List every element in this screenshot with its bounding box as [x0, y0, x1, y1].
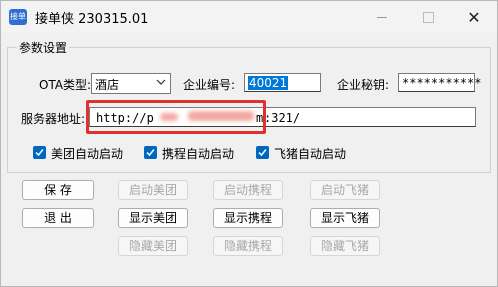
maximize-icon — [422, 11, 434, 23]
fliggy-autostart-checkbox[interactable] — [256, 146, 269, 159]
ota-type-label: OTA类型: — [39, 78, 92, 92]
settings-group-legend: 参数设置 — [17, 39, 70, 56]
window-title: 接单侠 230315.01 — [35, 12, 149, 27]
server-address-suffix: :321/ — [264, 111, 301, 125]
enterprise-secret-value: *********** — [402, 76, 482, 90]
chevron-down-icon — [156, 79, 166, 85]
show-meituan-button[interactable]: 显示美团 — [118, 208, 188, 228]
enterprise-code-field[interactable]: 40021 — [244, 73, 321, 92]
fliggy-autostart-label[interactable]: 飞猪自动启动 — [274, 145, 346, 162]
minimize-icon — [377, 16, 387, 18]
show-fliggy-button[interactable]: 显示飞猪 — [310, 208, 380, 228]
start-ctrip-button[interactable]: 启动携程 — [213, 180, 283, 200]
minimize-button[interactable] — [359, 1, 405, 33]
ota-type-value: 酒店 — [95, 78, 120, 92]
show-ctrip-button[interactable]: 显示携程 — [213, 208, 283, 228]
meituan-autostart-checkbox[interactable] — [33, 146, 46, 159]
enterprise-code-label: 企业编号: — [183, 78, 236, 92]
ctrip-autostart-label[interactable]: 携程自动启动 — [162, 145, 234, 162]
ota-type-select[interactable]: 酒店 — [91, 73, 171, 94]
app-icon: 接单 — [9, 9, 27, 25]
enterprise-secret-field[interactable]: *********** — [398, 73, 481, 92]
main-window: 接单 接单侠 230315.01 ✕ 参数设置 OTA类型: 酒店 企业编号: … — [0, 0, 498, 287]
hide-meituan-button[interactable]: 隐藏美团 — [118, 236, 188, 256]
checkmark-icon — [146, 149, 155, 157]
enterprise-code-value: 40021 — [248, 76, 289, 90]
hide-fliggy-button[interactable]: 隐藏飞猪 — [310, 236, 380, 256]
ctrip-autostart-checkbox[interactable] — [144, 146, 157, 159]
checkmark-icon — [258, 149, 267, 157]
title-bar[interactable]: 接单 接单侠 230315.01 ✕ — [1, 1, 497, 33]
hide-ctrip-button[interactable]: 隐藏携程 — [213, 236, 283, 256]
server-address-label: 服务器地址: — [21, 112, 86, 126]
save-button[interactable]: 保 存 — [22, 180, 94, 200]
highlight-box — [86, 100, 266, 134]
close-icon: ✕ — [467, 7, 481, 27]
close-button[interactable]: ✕ — [451, 1, 497, 33]
checkmark-icon — [35, 149, 44, 157]
meituan-autostart-label[interactable]: 美团自动启动 — [51, 145, 123, 162]
start-meituan-button[interactable]: 启动美团 — [118, 180, 188, 200]
enterprise-secret-label: 企业秘钥: — [337, 78, 390, 92]
exit-button[interactable]: 退 出 — [22, 208, 94, 228]
start-fliggy-button[interactable]: 启动飞猪 — [310, 180, 380, 200]
maximize-button[interactable] — [405, 1, 451, 33]
